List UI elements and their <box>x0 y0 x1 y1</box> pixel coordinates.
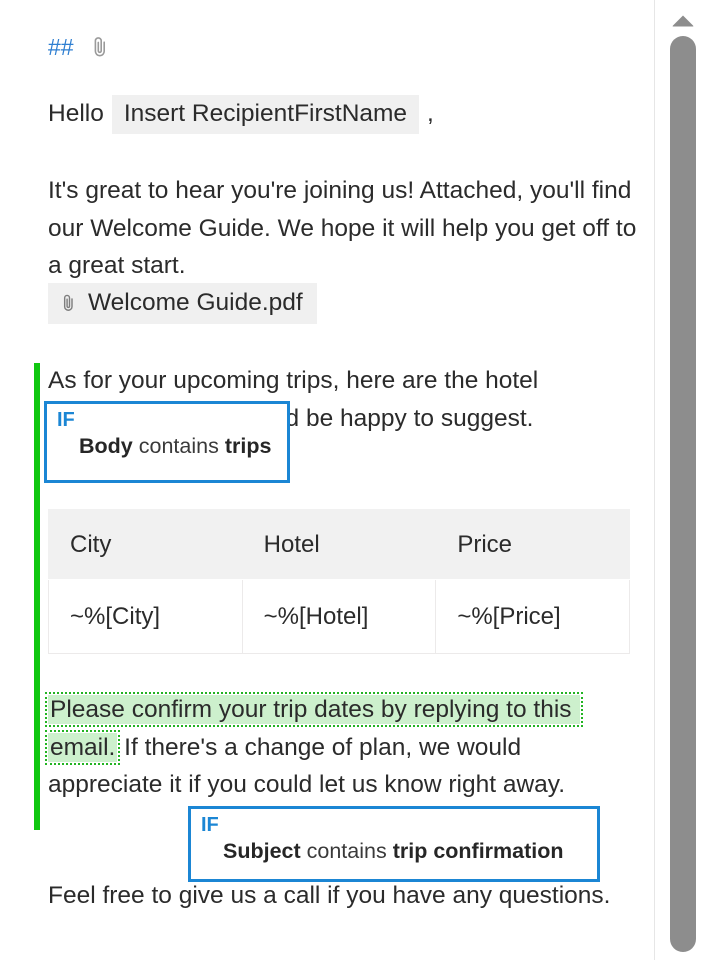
condition-operator: contains <box>306 839 387 863</box>
condition-keyword: IF <box>57 409 75 431</box>
table-cell-city[interactable]: ~%[City] <box>48 579 243 654</box>
table-header-row: City Hotel Price <box>48 509 630 580</box>
paragraph-welcome[interactable]: It's great to hear you're joining us! At… <box>48 172 638 285</box>
condition-expression: Subject contains trip confirmation <box>201 837 587 865</box>
table-header-city: City <box>48 509 243 580</box>
condition-field: Body <box>79 434 133 458</box>
table-header-price: Price <box>435 509 630 580</box>
paragraph-confirm-rest: If there's a change of plan, we would ap… <box>48 733 566 799</box>
greeting-prefix: Hello <box>48 100 104 127</box>
greeting-suffix: , <box>427 100 434 127</box>
hotel-recommendations-table[interactable]: City Hotel Price ~%[City] ~%[Hotel] ~%[P… <box>48 509 630 654</box>
condition-box-subject-contains-trip-confirmation[interactable]: IF Subject contains trip confirmation <box>188 806 600 882</box>
condition-value: trips <box>224 434 272 458</box>
vertical-scrollbar[interactable] <box>654 0 712 960</box>
attachment-chip[interactable]: Welcome Guide.pdf <box>48 283 317 324</box>
chevron-up-icon[interactable] <box>669 9 697 31</box>
condition-value: trip confirmation <box>392 839 564 863</box>
attachment-filename: Welcome Guide.pdf <box>88 289 303 316</box>
condition-expression: Body contains trips <box>57 432 277 460</box>
table-header-hotel: Hotel <box>241 509 437 580</box>
table-row[interactable]: ~%[City] ~%[Hotel] ~%[Price] <box>48 579 630 654</box>
paperclip-icon <box>60 291 77 315</box>
scrollbar-thumb[interactable] <box>670 36 696 952</box>
email-template-editor[interactable]: ## Hello Insert RecipientFirstName , It'… <box>0 0 655 960</box>
heading-marker[interactable]: ## <box>48 35 74 59</box>
condition-operator: contains <box>138 434 219 458</box>
document-top-markers: ## <box>48 30 110 64</box>
change-bar <box>34 363 40 830</box>
merge-field-recipient-first-name[interactable]: Insert RecipientFirstName <box>111 95 420 134</box>
paragraph-confirm[interactable]: Please confirm your trip dates by replyi… <box>44 691 640 804</box>
condition-box-body-contains-trips[interactable]: IF Body contains trips <box>44 401 290 483</box>
paragraph-call-us[interactable]: Feel free to give us a call if you have … <box>48 877 640 915</box>
table-cell-hotel[interactable]: ~%[Hotel] <box>241 579 437 654</box>
condition-field: Subject <box>223 839 301 863</box>
condition-keyword: IF <box>201 814 219 836</box>
table-cell-price[interactable]: ~%[Price] <box>435 579 630 654</box>
greeting-line: Hello Insert RecipientFirstName , <box>48 95 434 134</box>
paperclip-icon[interactable] <box>90 34 110 60</box>
